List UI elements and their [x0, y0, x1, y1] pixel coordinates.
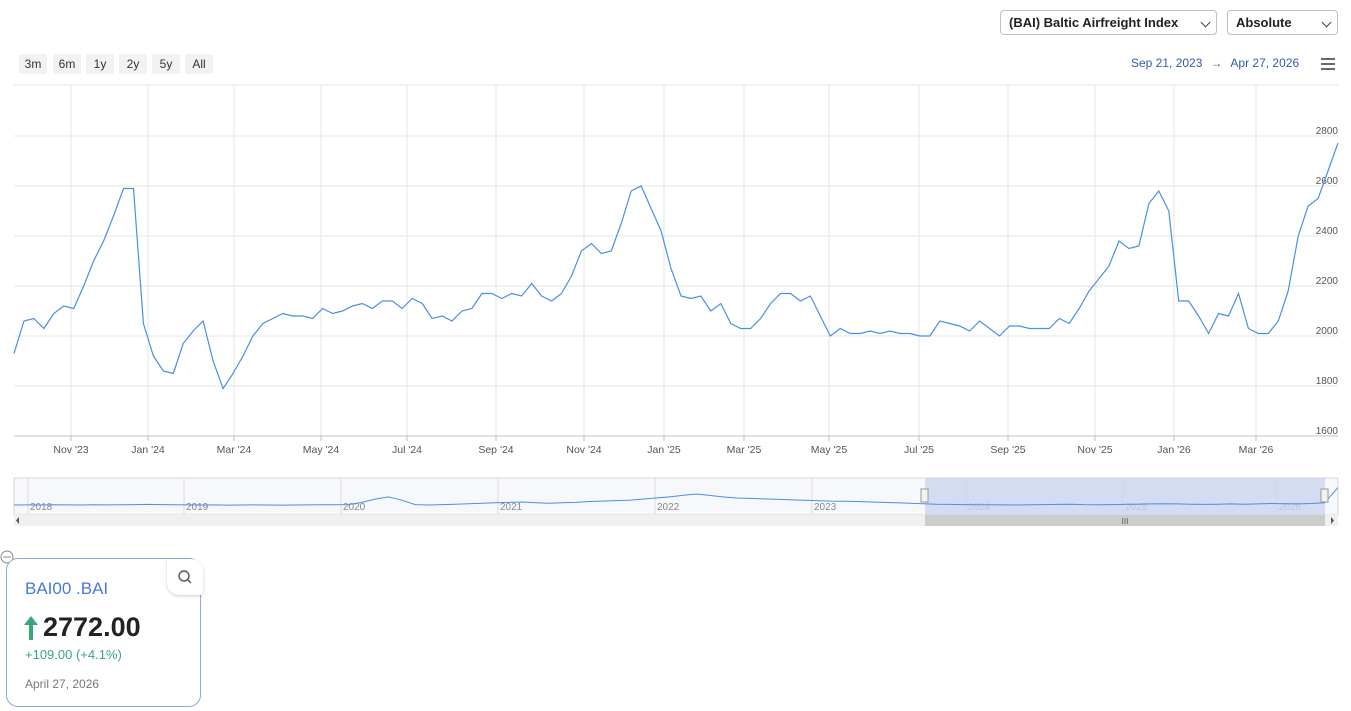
navigator-year-label: 2021: [500, 502, 523, 513]
x-tick-label: May '25: [811, 444, 848, 456]
series-line: [13, 142, 1339, 390]
y-tick-label: 2600: [1316, 176, 1339, 187]
line-chart: Nov '23 Jan '24 Mar '24 May '24 Jul '24 Sep '…: [13, 84, 1339, 456]
grid: [14, 84, 1338, 436]
x-tick-label: Mar '24: [217, 444, 252, 456]
x-tick-label: Jan '25: [647, 444, 681, 456]
x-tick-label: Sep '24: [478, 444, 513, 456]
navigator-year-label: 2023: [814, 502, 837, 513]
quote-card: BAI00 .BAI 2772.00 +109.00 (+4.1%) April…: [6, 558, 203, 707]
x-tick-label: Sep '25: [990, 444, 1025, 456]
search-icon: [178, 570, 192, 584]
y-tick-label: 2400: [1316, 226, 1339, 237]
card-change: +109.00 (+4.1%): [25, 647, 122, 662]
x-tick-label: Nov '24: [566, 444, 601, 456]
navigator[interactable]: 201820192020202120222023202420252026 III: [0, 475, 1351, 535]
x-tick-label: Jan '26: [1157, 444, 1191, 456]
card-date: April 27, 2026: [25, 677, 100, 691]
x-axis-ticks: Nov '23 Jan '24 Mar '24 May '24 Jul '24 Sep '…: [53, 436, 1274, 456]
navigator-selection[interactable]: [925, 478, 1325, 515]
y-tick-label: 2000: [1316, 326, 1339, 337]
y-tick-label: 1600: [1316, 426, 1339, 437]
card-search-button[interactable]: [167, 559, 203, 595]
x-tick-label: Jul '25: [904, 444, 934, 456]
y-tick-label: 2800: [1316, 126, 1339, 137]
x-tick-label: Nov '23: [53, 444, 88, 456]
x-tick-label: Jan '24: [131, 444, 165, 456]
y-tick-label: 2200: [1316, 276, 1339, 287]
navigator-year-label: 2019: [186, 502, 209, 513]
up-arrow-icon: [24, 616, 38, 640]
x-tick-label: Nov '25: [1077, 444, 1112, 456]
x-tick-label: Jul '24: [392, 444, 422, 456]
x-tick-label: Mar '25: [727, 444, 762, 456]
card-price: 2772.00: [43, 612, 141, 642]
navigator-left-handle[interactable]: [920, 488, 929, 503]
x-tick-label: May '24: [303, 444, 340, 456]
y-tick-label: 1800: [1316, 376, 1339, 387]
card-symbol[interactable]: BAI00 .BAI: [25, 579, 108, 599]
navigator-year-label: 2022: [657, 502, 680, 513]
navigator-right-handle[interactable]: [1320, 488, 1329, 503]
navigator-year-label: 2018: [30, 502, 53, 513]
x-tick-label: Mar '26: [1239, 444, 1274, 456]
scrollbar-grip-icon: III: [1122, 517, 1129, 526]
